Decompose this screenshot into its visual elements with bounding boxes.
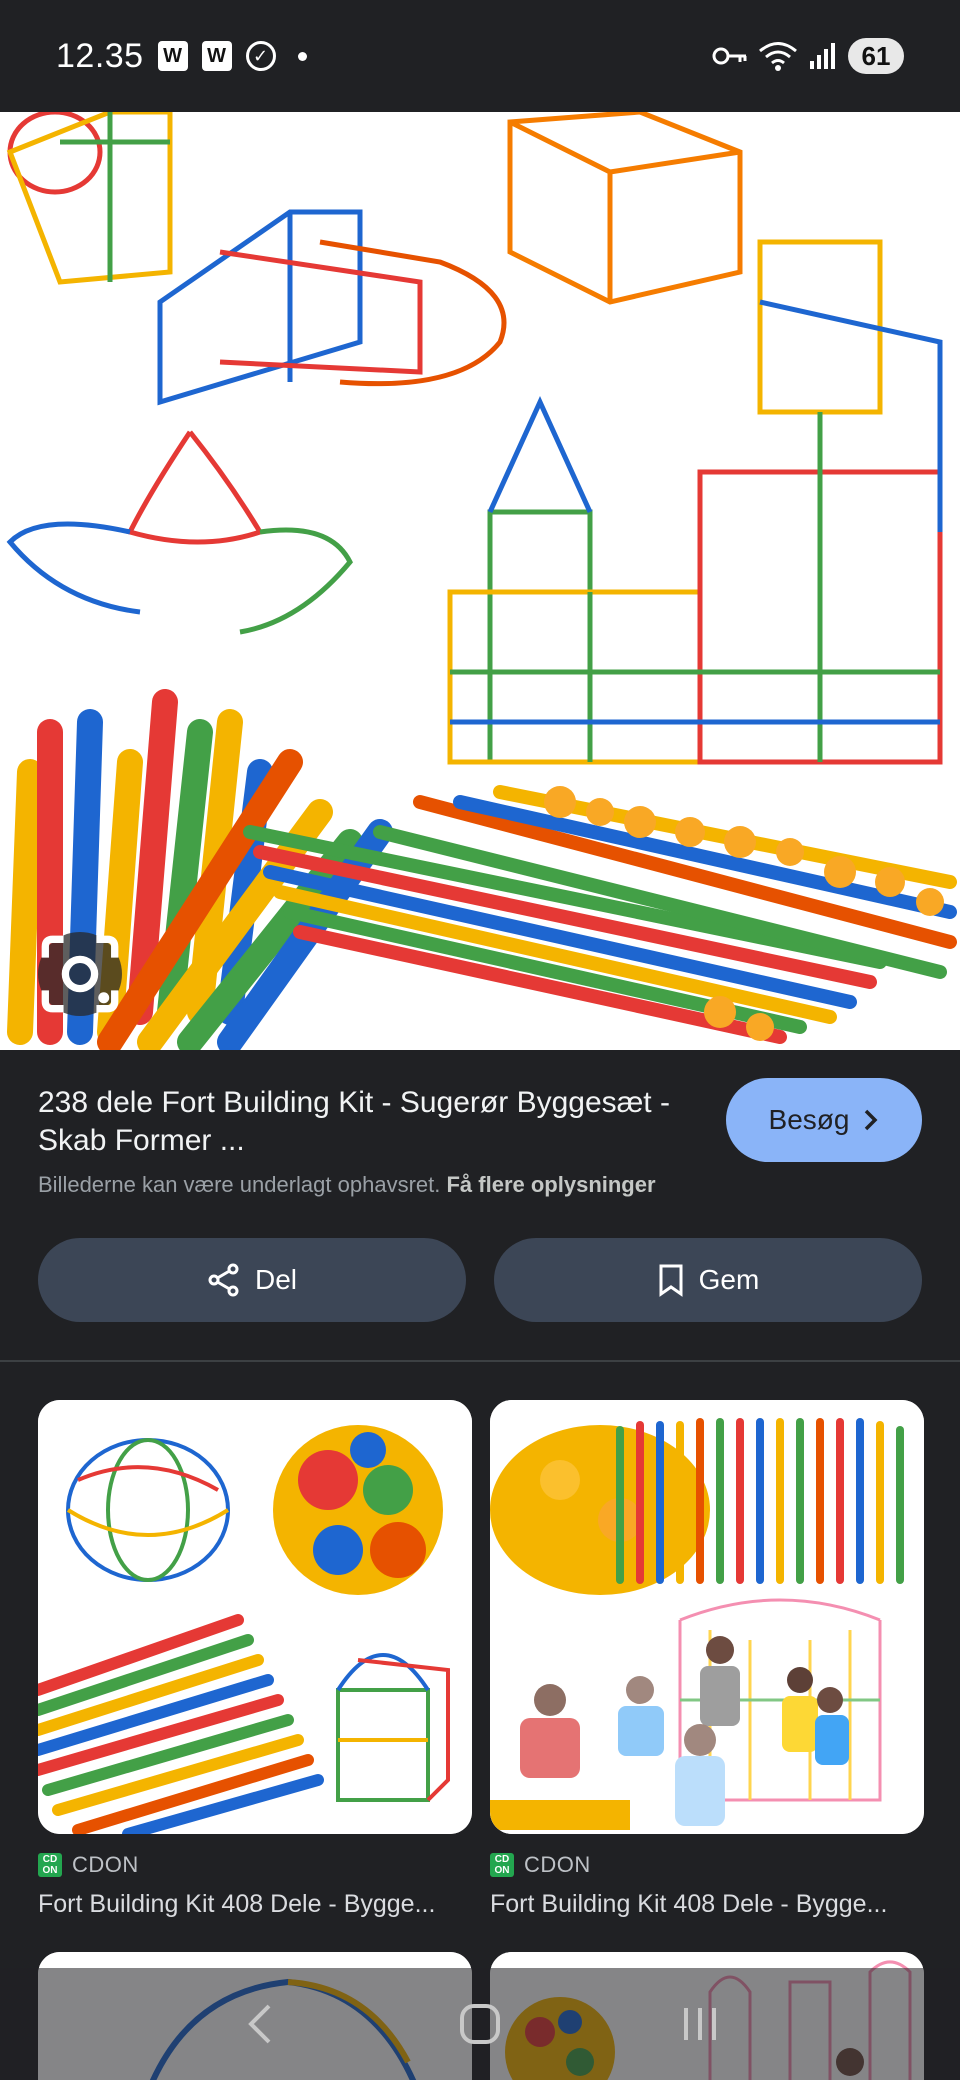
chevron-right-icon [865,1109,878,1131]
source-row: CD ON CDON [38,1852,472,1878]
visit-label: Besøg [768,1104,850,1135]
lens-search-button[interactable] [38,932,122,1016]
status-bar: 12.35 W W ✓ 61 [0,0,960,112]
related-picture [490,1400,924,1834]
more-info-link[interactable]: Få flere oplysninger [446,1172,655,1197]
hero-picture [0,112,960,1050]
clock: 12.35 [56,36,144,75]
save-label: Gem [698,1264,760,1295]
notification-w-icon: W [201,41,232,71]
related-result-title[interactable]: Fort Building Kit 408 Dele - Bygge... [490,1890,924,1919]
divider [0,1360,960,1362]
recents-icon [684,2008,716,2040]
share-button[interactable]: Del [38,1238,466,1322]
bookmark-icon [659,1264,683,1297]
copyright-notice: Billederne kan være underlagt ophavsret.… [38,1172,656,1198]
wifi-icon [759,42,797,71]
related-result-title[interactable]: Fort Building Kit 408 Dele - Bygge... [38,1890,472,1919]
status-right: 61 [712,38,904,74]
result-info: 238 dele Fort Building Kit - Sugerør Byg… [0,1050,960,1240]
recents-button[interactable] [670,1994,730,2054]
source-name: CDON [72,1852,139,1877]
back-icon [248,2004,271,2044]
copyright-text: Billederne kan være underlagt ophavsret. [38,1172,441,1197]
signal-icon [810,43,835,69]
related-result-image[interactable] [490,1400,924,1834]
screen: 12.35 W W ✓ 61 238 dele Fort Building Ki… [0,0,960,2080]
home-icon [460,2004,500,2044]
back-button[interactable] [230,1994,290,2054]
related-result-card[interactable]: CD ON CDON Fort Building Kit 408 Dele - … [490,1400,924,1919]
status-left: 12.35 W W ✓ [56,37,307,76]
home-button[interactable] [450,1994,510,2054]
related-result-image[interactable] [38,1400,472,1834]
visit-button[interactable]: Besøg [726,1078,922,1162]
cdon-logo-icon: CD ON [490,1853,514,1877]
notification-w-icon: W [157,41,188,71]
related-picture [38,1400,472,1834]
hero-image[interactable] [0,112,960,1050]
cdon-logo-icon: CD ON [38,1853,62,1877]
key-icon [712,47,747,65]
save-button[interactable]: Gem [494,1238,922,1322]
share-icon [208,1263,239,1297]
result-title[interactable]: 238 dele Fort Building Kit - Sugerør Byg… [38,1084,698,1160]
navigation-bar [0,1968,960,2080]
source-name: CDON [524,1852,591,1877]
lens-search-icon [41,935,119,1013]
source-row: CD ON CDON [490,1852,924,1878]
battery-indicator: 61 [848,38,904,74]
check-circle-icon: ✓ [245,41,276,71]
related-result-card[interactable]: CD ON CDON Fort Building Kit 408 Dele - … [38,1400,472,1919]
action-buttons: Del Gem [38,1238,922,1322]
more-notifications-dot-icon [297,51,307,61]
share-label: Del [254,1264,297,1295]
